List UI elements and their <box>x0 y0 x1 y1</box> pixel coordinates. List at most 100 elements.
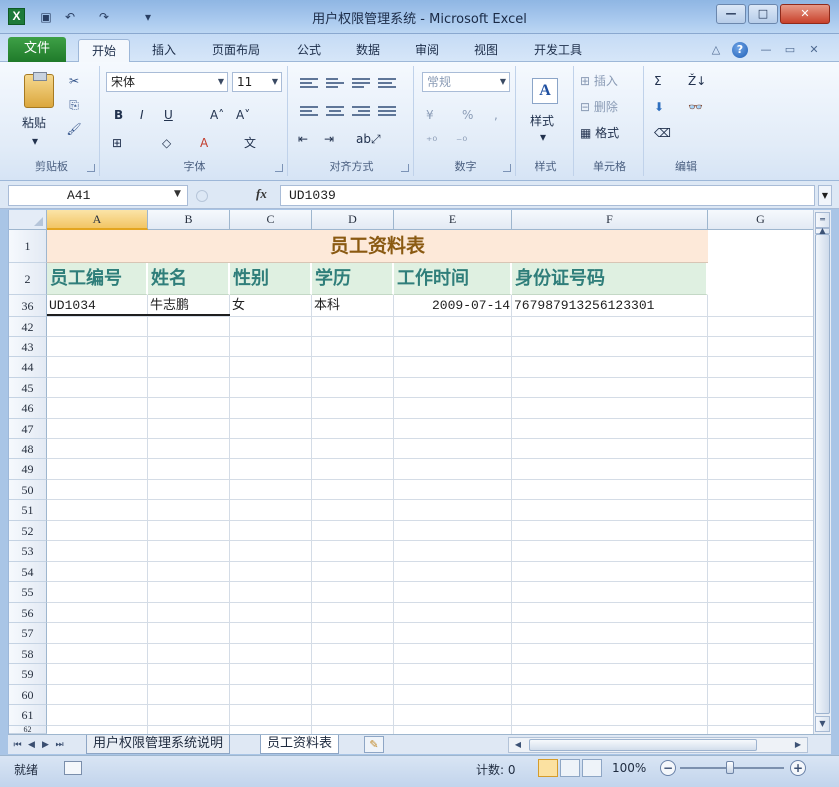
percent-icon[interactable]: % <box>462 106 473 124</box>
row-header[interactable]: 53 <box>9 541 47 562</box>
paste-icon[interactable] <box>24 72 54 108</box>
expand-formula-bar-icon[interactable]: ▼ <box>818 185 832 206</box>
font-color-icon[interactable]: A <box>200 134 208 152</box>
paste-dropdown-icon[interactable]: ▾ <box>32 132 38 150</box>
row-header[interactable]: 43 <box>9 337 47 357</box>
number-format-select[interactable]: 常规 ▼ <box>422 72 510 92</box>
column-header-c[interactable]: C <box>230 210 312 230</box>
align-middle-icon[interactable] <box>326 76 344 90</box>
copy-icon[interactable]: ⎘ <box>66 98 82 114</box>
row-header[interactable]: 48 <box>9 439 47 459</box>
alignment-dialog-launcher[interactable] <box>401 164 409 172</box>
fill-icon[interactable]: ⬇ <box>654 98 664 116</box>
tab-home[interactable]: 开始 <box>78 39 130 62</box>
header-cell-education[interactable]: 学历 <box>312 263 394 295</box>
workbook-minimize-icon[interactable]: — <box>758 42 774 58</box>
align-bottom-icon[interactable] <box>352 76 370 90</box>
grow-font-button[interactable]: A˄ <box>210 106 224 124</box>
tab-insert[interactable]: 插入 <box>140 39 188 62</box>
minimize-button[interactable]: — <box>716 4 746 24</box>
increase-indent-icon[interactable]: ⇥ <box>324 130 334 148</box>
tab-data[interactable]: 数据 <box>344 39 392 62</box>
align-left-icon[interactable] <box>300 104 318 118</box>
row-header[interactable]: 60 <box>9 685 47 705</box>
shrink-font-button[interactable]: A˅ <box>236 106 250 124</box>
row-header[interactable]: 56 <box>9 603 47 623</box>
sheet-title-cell[interactable]: 员工资料表 <box>47 230 708 263</box>
maximize-button[interactable]: □ <box>748 4 778 24</box>
sheet-tab-instructions[interactable]: 用户权限管理系统说明 <box>86 735 231 754</box>
tab-page-layout[interactable]: 页面布局 <box>200 39 272 62</box>
column-header-d[interactable]: D <box>312 210 394 230</box>
clear-icon[interactable]: ⌫ <box>654 124 671 142</box>
vertical-scrollbar[interactable]: ═ ▲ ▼ <box>813 210 831 734</box>
tab-review[interactable]: 审阅 <box>404 39 450 62</box>
border-icon[interactable]: ⊞ <box>112 134 122 152</box>
autosum-icon[interactable]: Σ <box>654 72 662 90</box>
font-size-select[interactable]: 11 ▼ <box>232 72 282 92</box>
clipboard-dialog-launcher[interactable] <box>87 164 95 172</box>
worksheet-grid[interactable]: A B C D E F G 1 2 36 42 43 44 45 46 47 4… <box>8 210 813 734</box>
delete-cells-button[interactable]: ⊟ 删除 <box>580 98 618 116</box>
insert-function-icon[interactable]: fx <box>256 186 267 202</box>
zoom-in-icon[interactable]: + <box>790 760 806 776</box>
row-header[interactable]: 55 <box>9 582 47 603</box>
header-cell-hire-date[interactable]: 工作时间 <box>394 263 512 295</box>
close-button[interactable]: ✕ <box>780 4 830 24</box>
align-right-icon[interactable] <box>352 104 370 118</box>
zoom-out-icon[interactable]: − <box>660 760 676 776</box>
column-header-e[interactable]: E <box>394 210 512 230</box>
page-layout-view-icon[interactable] <box>560 759 580 777</box>
macro-record-icon[interactable] <box>64 761 82 775</box>
cut-icon[interactable]: ✂ <box>66 74 82 90</box>
zoom-level[interactable]: 100% <box>612 761 646 775</box>
phonetic-icon[interactable]: 文 <box>244 134 256 152</box>
row-header[interactable]: 47 <box>9 419 47 439</box>
italic-button[interactable]: I <box>140 106 144 124</box>
align-top-icon[interactable] <box>300 76 318 90</box>
row-header[interactable]: 51 <box>9 500 47 521</box>
orientation-icon[interactable]: ab⤢ <box>356 130 381 148</box>
decrease-decimal-icon[interactable]: ⁻⁰ <box>456 132 467 150</box>
data-cell-id-number[interactable]: 767987913256123301 <box>512 295 708 317</box>
file-tab[interactable]: 文件 <box>8 37 66 62</box>
insert-cells-button[interactable]: ⊞ 插入 <box>580 72 618 90</box>
row-header[interactable]: 54 <box>9 562 47 582</box>
row-header[interactable]: 50 <box>9 480 47 500</box>
help-icon[interactable]: ? <box>732 42 748 58</box>
tab-formulas[interactable]: 公式 <box>286 39 332 62</box>
decrease-indent-icon[interactable]: ⇤ <box>298 130 308 148</box>
data-cell-education[interactable]: 本科 <box>312 295 394 317</box>
paste-button[interactable]: 粘贴 <box>22 114 46 132</box>
header-cell-id-number[interactable]: 身份证号码 <box>512 263 708 295</box>
row-header[interactable]: 1 <box>9 230 47 263</box>
underline-button[interactable]: U <box>164 106 173 124</box>
row-header[interactable]: 62 <box>9 726 47 734</box>
workbook-close-icon[interactable]: ✕ <box>806 42 822 58</box>
tab-view[interactable]: 视图 <box>462 39 510 62</box>
sort-filter-icon[interactable]: Ž↓ <box>688 72 706 90</box>
zoom-slider-thumb[interactable] <box>726 761 734 774</box>
first-sheet-icon[interactable]: ⏮ <box>12 738 23 752</box>
last-sheet-icon[interactable]: ⏭ <box>54 738 65 752</box>
bold-button[interactable]: B <box>114 106 123 124</box>
column-header-f[interactable]: F <box>512 210 708 230</box>
comma-icon[interactable]: , <box>494 106 498 124</box>
fill-color-icon[interactable]: ◇ <box>162 134 171 152</box>
format-painter-icon[interactable]: 🖌 <box>66 122 82 138</box>
data-cell-hire-date[interactable]: 2009-07-14 <box>394 295 512 317</box>
column-header-a[interactable]: A <box>47 210 148 230</box>
header-cell-employee-id[interactable]: 员工编号 <box>47 263 148 295</box>
row-header[interactable]: 59 <box>9 664 47 685</box>
font-name-select[interactable]: 宋体 ▼ <box>106 72 228 92</box>
sheet-tab-employee-data[interactable]: 员工资料表 <box>260 735 340 754</box>
name-box[interactable]: A41 <box>8 185 188 206</box>
row-header[interactable]: 58 <box>9 644 47 664</box>
column-header-b[interactable]: B <box>148 210 230 230</box>
insert-sheet-icon[interactable]: ✎ <box>364 736 384 753</box>
wrap-text-icon[interactable] <box>378 76 396 90</box>
currency-icon[interactable]: ¥ <box>426 106 434 124</box>
next-sheet-icon[interactable]: ▶ <box>40 738 51 752</box>
normal-view-icon[interactable] <box>538 759 558 777</box>
find-select-icon[interactable]: 👓 <box>688 98 703 116</box>
